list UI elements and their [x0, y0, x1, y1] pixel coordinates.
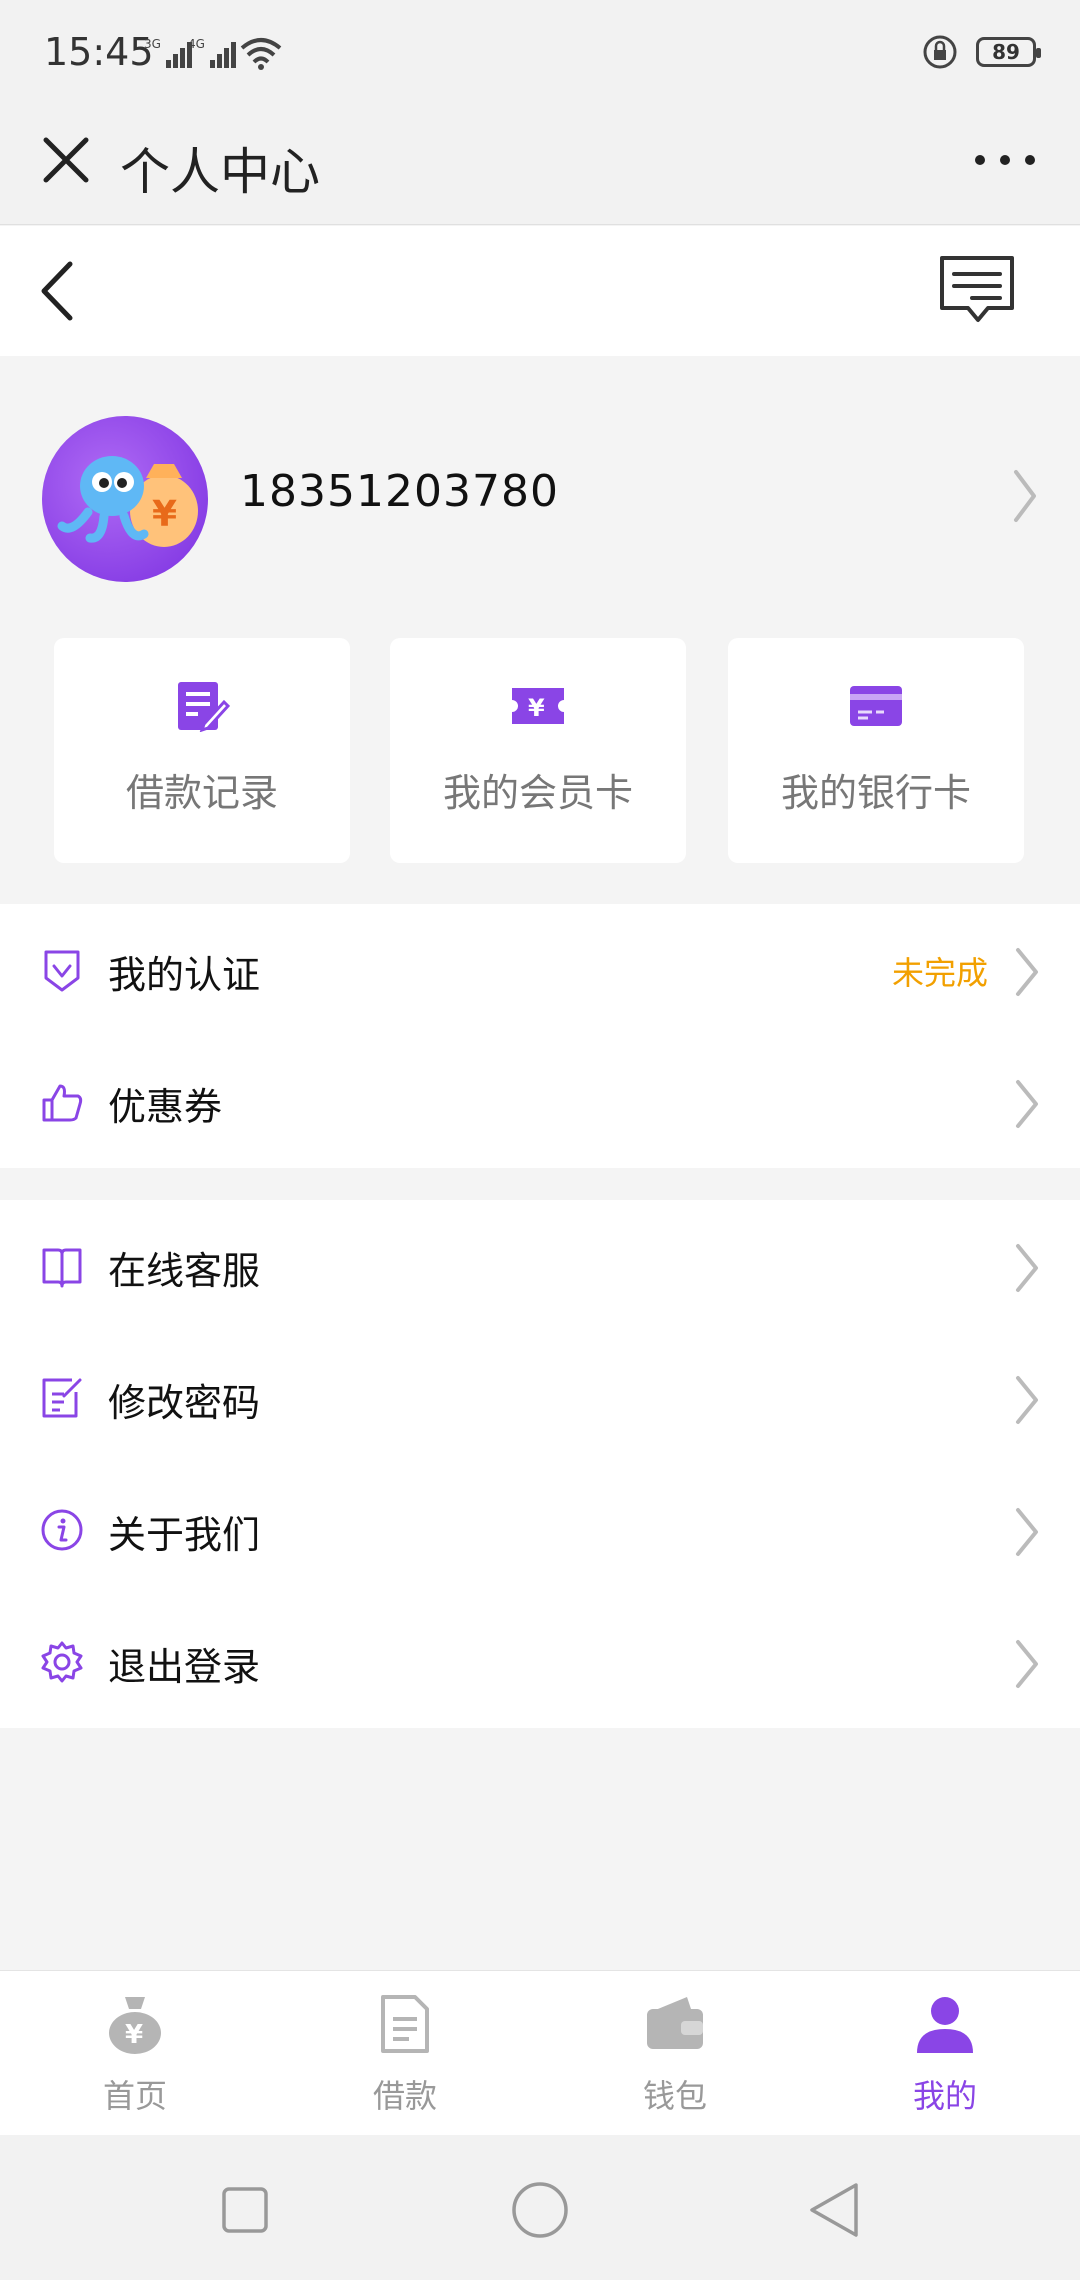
- chevron-right-icon: [1016, 1080, 1038, 1128]
- thumbs-up-icon: [42, 1084, 83, 1122]
- profile-section: ¥ 18351203780 借款记录 ¥ 我的会员卡 我的银行卡: [0, 356, 1080, 906]
- info-icon: [41, 1509, 83, 1551]
- tab-home[interactable]: ¥ 首页: [0, 1971, 270, 2135]
- status-bar: 15:45 3G 4G 89: [0, 0, 1080, 110]
- card-label: 我的银行卡: [780, 771, 971, 815]
- menu-label: 退出登录: [108, 1645, 261, 1689]
- chevron-right-icon[interactable]: [1010, 466, 1040, 526]
- card-bank-card[interactable]: 我的银行卡: [728, 638, 1024, 863]
- tab-label: 钱包: [642, 2077, 707, 2115]
- tab-label: 我的: [912, 2077, 977, 2115]
- battery-indicator: 89: [976, 37, 1041, 67]
- back-triangle-icon[interactable]: [800, 2175, 870, 2245]
- menu-item-customer-service[interactable]: 在线客服: [0, 1200, 1080, 1332]
- signal-4g-icon: 4G: [188, 37, 236, 68]
- menu-item-coupons[interactable]: 优惠券: [0, 1036, 1080, 1168]
- shield-check-icon: [44, 950, 80, 992]
- bank-card-icon: [850, 686, 902, 726]
- svg-text:¥: ¥: [125, 2020, 143, 2050]
- chevron-right-icon: [1016, 1244, 1038, 1292]
- phone-number[interactable]: 18351203780: [240, 466, 559, 517]
- card-membership[interactable]: ¥ 我的会员卡: [390, 638, 686, 863]
- chevron-right-icon: [1016, 1376, 1038, 1424]
- close-icon[interactable]: [36, 130, 96, 190]
- tab-label: 借款: [372, 2077, 437, 2115]
- chevron-right-icon: [1016, 1508, 1038, 1556]
- document-edit-icon: [178, 682, 230, 732]
- user-icon: [917, 1997, 973, 2053]
- document-icon: [381, 1995, 429, 2053]
- menu-label: 关于我们: [108, 1513, 261, 1557]
- chevron-right-icon: [1016, 948, 1038, 996]
- recent-apps-icon[interactable]: [210, 2175, 280, 2245]
- card-label: 我的会员卡: [442, 771, 633, 815]
- avatar[interactable]: ¥: [42, 416, 208, 582]
- title-bar: 个人中心: [0, 110, 1080, 225]
- menu-label: 我的认证: [108, 953, 261, 997]
- avatar-image: ¥: [57, 456, 198, 547]
- menu-label: 优惠券: [108, 1085, 223, 1129]
- menu-group-settings: 在线客服 修改密码 关于我们 退出登录: [0, 1200, 1080, 1728]
- nav-bar: [0, 226, 1080, 356]
- menu-label: 修改密码: [108, 1381, 261, 1425]
- menu-item-verification[interactable]: 我的认证 未完成: [0, 904, 1080, 1036]
- status-badge: 未完成: [891, 954, 988, 992]
- wifi-icon: [240, 38, 282, 70]
- tab-loan[interactable]: 借款: [270, 1971, 540, 2135]
- menu-item-change-password[interactable]: 修改密码: [0, 1332, 1080, 1464]
- money-bag-icon: ¥: [109, 1997, 161, 2054]
- tab-mine[interactable]: 我的: [810, 1971, 1080, 2135]
- page-title: 个人中心: [120, 143, 320, 201]
- lock-rotation-icon: [923, 35, 957, 69]
- card-label: 借款记录: [125, 771, 278, 815]
- ticket-yen-icon: ¥: [512, 688, 564, 724]
- menu-label: 在线客服: [108, 1249, 261, 1293]
- menu-item-logout[interactable]: 退出登录: [0, 1596, 1080, 1728]
- svg-text:4G: 4G: [188, 37, 205, 51]
- card-loan-records[interactable]: 借款记录: [54, 638, 350, 863]
- system-navigation-bar: [0, 2135, 1080, 2280]
- svg-text:¥: ¥: [528, 694, 545, 722]
- edit-note-icon: [42, 1378, 82, 1418]
- status-right: 89: [922, 34, 1041, 70]
- svg-text:3G: 3G: [144, 37, 161, 51]
- gear-icon: [41, 1641, 83, 1683]
- bottom-tabbar: ¥ 首页 借款 钱包 我的: [0, 1970, 1080, 2135]
- menu-item-about-us[interactable]: 关于我们: [0, 1464, 1080, 1596]
- tab-wallet[interactable]: 钱包: [540, 1971, 810, 2135]
- book-icon: [42, 1248, 82, 1288]
- menu-group-account: 我的认证 未完成 优惠券: [0, 904, 1080, 1168]
- wallet-icon: [647, 1997, 703, 2049]
- chevron-right-icon: [1016, 1640, 1038, 1688]
- more-icon[interactable]: [970, 140, 1040, 180]
- message-icon[interactable]: [938, 254, 1016, 326]
- status-time: 15:45: [44, 30, 154, 74]
- home-circle-icon[interactable]: [505, 2175, 575, 2245]
- back-icon[interactable]: [34, 256, 84, 326]
- svg-text:¥: ¥: [152, 494, 177, 535]
- tab-label: 首页: [102, 2077, 167, 2115]
